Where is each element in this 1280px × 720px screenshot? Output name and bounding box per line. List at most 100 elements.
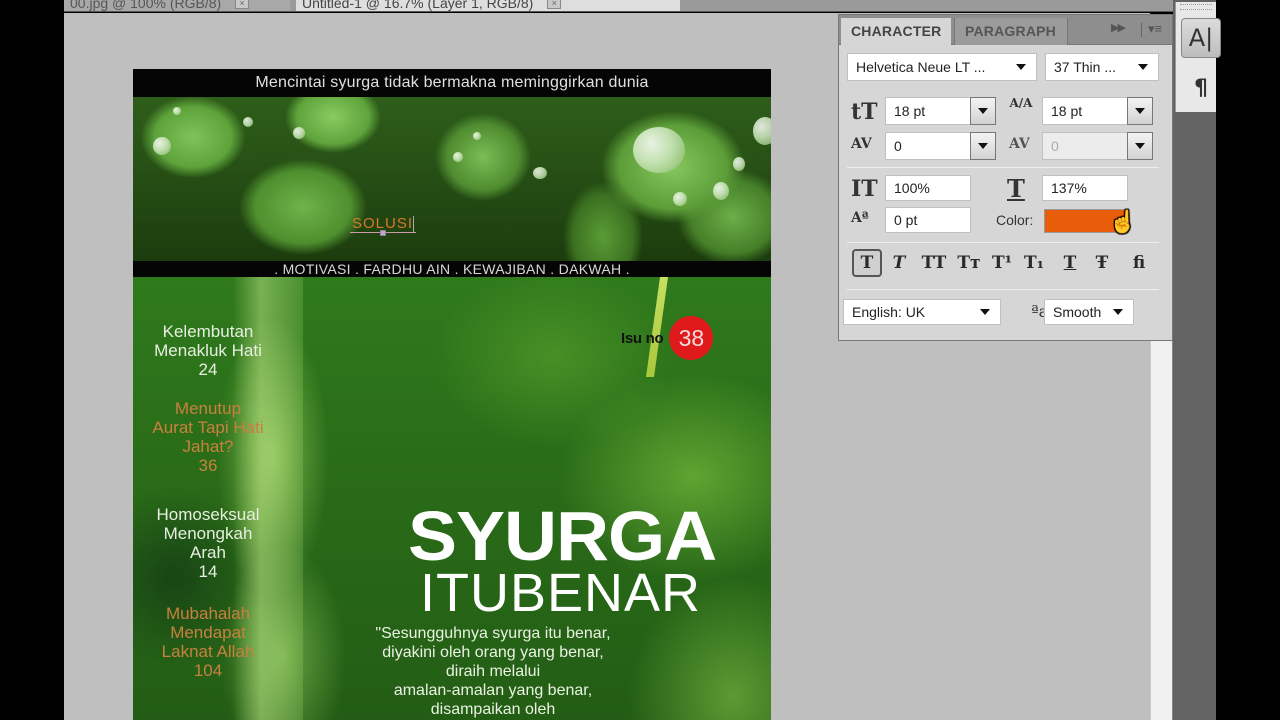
- tab-character[interactable]: CHARACTER: [841, 18, 952, 45]
- toc-line: Homoseksual: [156, 505, 260, 524]
- tab-untitled-1[interactable]: Untitled-1 @ 16.7% (Layer 1, RGB/8) ×: [296, 0, 680, 11]
- faux-italic-button[interactable]: T: [884, 249, 914, 277]
- horizontal-scale-icon: T: [1007, 174, 1025, 203]
- kerning-input[interactable]: 0: [885, 132, 971, 160]
- vertical-scale-input[interactable]: 100%: [885, 175, 971, 201]
- ligatures-button[interactable]: ﬁ: [1124, 249, 1154, 277]
- magazine-document: Mencintai syurga tidak bermakna meminggi…: [133, 69, 771, 720]
- toc-line: Jahat?: [182, 437, 234, 456]
- forest-photo: Kelembutan Menakluk Hati 24 Menutup Aura…: [133, 277, 771, 720]
- font-family-select[interactable]: Helvetica Neue LT ...: [847, 53, 1037, 81]
- kerning-icon: AV: [851, 136, 872, 152]
- subscript-button[interactable]: T₁: [1019, 249, 1049, 277]
- horizontal-scale-input[interactable]: 137%: [1042, 175, 1128, 201]
- font-size-icon: tT: [851, 99, 878, 125]
- panel-menu-icon[interactable]: ▾≡: [1148, 21, 1162, 37]
- toc-page-number: 104: [193, 661, 223, 680]
- tagline-text: Mencintai syurga tidak bermakna meminggi…: [255, 74, 649, 91]
- faux-bold-button[interactable]: T: [852, 249, 882, 277]
- baseline-shift-input[interactable]: 0 pt: [885, 207, 971, 233]
- toc-line: Mendapat: [170, 623, 246, 642]
- small-caps-button[interactable]: Tт: [954, 249, 984, 277]
- strikethrough-button[interactable]: Ŧ: [1087, 249, 1117, 277]
- divider: [847, 242, 1159, 243]
- leading-icon: A/A: [1009, 96, 1033, 110]
- leading-input[interactable]: 18 pt: [1042, 97, 1128, 125]
- clover-photo: SOLUSI: [133, 97, 771, 261]
- font-family-value: Helvetica Neue LT ...: [856, 59, 986, 75]
- toc-line: Menutup: [174, 399, 242, 418]
- tracking-input[interactable]: 0: [1042, 132, 1128, 160]
- close-icon[interactable]: ×: [547, 0, 562, 9]
- language-select[interactable]: English: UK: [843, 299, 1001, 325]
- color-label: Color:: [996, 212, 1034, 228]
- hand-cursor-icon: ☝: [1109, 209, 1137, 234]
- toc-page-number: 24: [198, 360, 218, 379]
- toc-item: Kelembutan Menakluk Hati 24: [133, 322, 283, 379]
- text-cursor: [413, 216, 415, 233]
- font-style-select[interactable]: 37 Thin ...: [1045, 53, 1159, 81]
- chevron-down-icon: [978, 143, 988, 149]
- chevron-down-icon: [1135, 108, 1145, 114]
- toc-item: Mubahalah Mendapat Laknat Allah 104: [133, 604, 283, 680]
- font-style-value: 37 Thin ...: [1054, 59, 1117, 75]
- font-size-value: 18 pt: [894, 103, 926, 119]
- divider: [847, 289, 1159, 290]
- quote-line: disampaikan oleh: [430, 701, 556, 718]
- toc-line: Aurat Tapi Hati: [152, 418, 264, 437]
- text-being-edited[interactable]: SOLUSI: [350, 215, 417, 237]
- anti-alias-value: Smooth: [1053, 304, 1102, 320]
- font-size-input[interactable]: 18 pt: [885, 97, 971, 125]
- collapsed-panel-dock: A| ¶: [1175, 2, 1221, 112]
- tracking-value: 0: [1051, 138, 1059, 154]
- tab-label: 00.jpg @ 100% (RGB/8): [70, 0, 222, 11]
- font-size-dropdown[interactable]: [970, 97, 996, 125]
- baseline-shift-value: 0 pt: [894, 212, 918, 228]
- character-panel-icon[interactable]: A|: [1181, 18, 1221, 58]
- tab-paragraph[interactable]: PARAGRAPH: [954, 18, 1068, 45]
- category-nav-bar: . MOTIVASI . FARDHU AIN . KEWAJIBAN . DA…: [133, 261, 771, 277]
- chevron-down-icon: [1135, 143, 1145, 149]
- superscript-button[interactable]: T¹: [987, 249, 1017, 277]
- leading-dropdown[interactable]: [1127, 97, 1153, 125]
- quote-line: diraih melalui: [445, 663, 541, 680]
- chevron-down-icon: [1138, 64, 1148, 70]
- divider: [1141, 23, 1142, 37]
- chevron-down-icon: [1016, 64, 1026, 70]
- toc-item: Menutup Aurat Tapi Hati Jahat? 36: [133, 399, 283, 475]
- tracking-dropdown[interactable]: [1127, 132, 1153, 160]
- tab-document-jpg[interactable]: 00.jpg @ 100% (RGB/8) ×: [64, 0, 290, 11]
- vertical-scale-value: 100%: [894, 180, 930, 196]
- quote-line: "Sesungguhnya syurga itu benar,: [375, 625, 611, 642]
- text-anchor-handle[interactable]: [380, 230, 386, 237]
- tab-label: Untitled-1 @ 16.7% (Layer 1, RGB/8): [302, 0, 534, 11]
- cover-quote: "Sesungguhnya syurga itu benar, diyakini…: [353, 624, 633, 719]
- all-caps-button[interactable]: TT: [919, 249, 949, 277]
- anti-alias-select[interactable]: Smooth: [1044, 299, 1134, 325]
- collapse-icon[interactable]: ▶▶: [1111, 21, 1126, 34]
- toc-page-number: 14: [198, 562, 218, 581]
- toc-line: Menongkah: [163, 524, 253, 543]
- tracking-icon: AV: [1009, 136, 1030, 152]
- right-black-strip: [1216, 0, 1280, 720]
- baseline-shift-icon: Aª: [851, 210, 869, 226]
- close-icon[interactable]: ×: [235, 0, 250, 9]
- tagline-bar: Mencintai syurga tidak bermakna meminggi…: [133, 69, 771, 97]
- leading-value: 18 pt: [1051, 103, 1083, 119]
- vertical-scrollbar[interactable]: [1150, 340, 1173, 720]
- underline-button[interactable]: T: [1055, 249, 1085, 277]
- paragraph-panel-icon[interactable]: ¶: [1181, 68, 1221, 108]
- kerning-value: 0: [894, 138, 902, 154]
- left-black-strip: [0, 0, 64, 720]
- chevron-down-icon: [978, 108, 988, 114]
- quote-line: amalan-amalan yang benar,: [393, 682, 593, 699]
- chevron-down-icon: [1113, 309, 1123, 315]
- category-nav-text: . MOTIVASI . FARDHU AIN . KEWAJIBAN . DA…: [274, 261, 630, 277]
- toc-line: Arah: [190, 543, 226, 562]
- horizontal-scale-value: 137%: [1051, 180, 1087, 196]
- toc-line: Mubahalah: [165, 604, 251, 623]
- panel-tab-bar: CHARACTER PARAGRAPH ▶▶ ▾≡: [839, 15, 1172, 45]
- toc-line: Kelembutan: [162, 322, 254, 341]
- kerning-dropdown[interactable]: [970, 132, 996, 160]
- dock-grip[interactable]: [1180, 4, 1212, 10]
